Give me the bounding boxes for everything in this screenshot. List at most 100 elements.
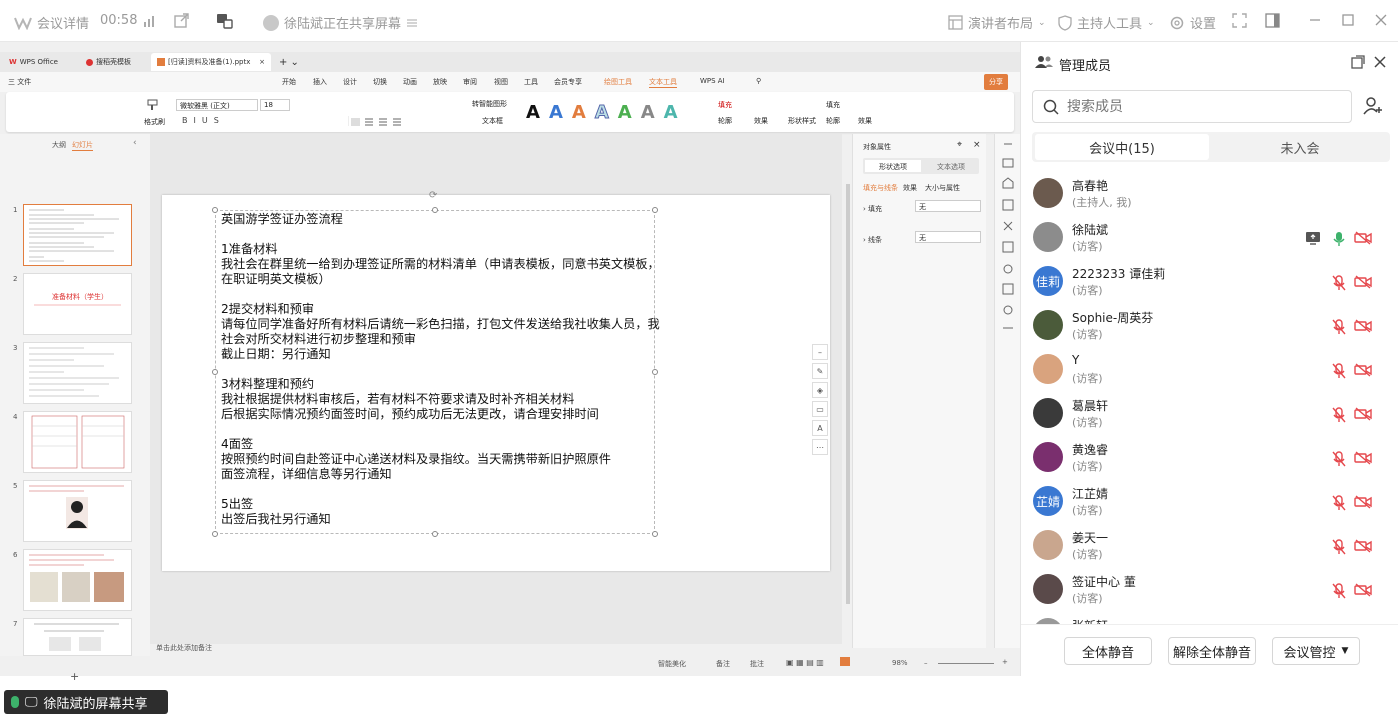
- zoom-in-icon[interactable]: +: [1002, 658, 1008, 666]
- wps-tab-home[interactable]: W WPS Office: [3, 53, 64, 71]
- menu-item[interactable]: 放映: [433, 77, 447, 87]
- mic-muted-icon[interactable]: [1332, 407, 1346, 426]
- menu-item[interactable]: 审阅: [463, 77, 477, 87]
- collapse-icon[interactable]: ‹: [133, 138, 137, 148]
- slide-thumbnail-5[interactable]: [23, 480, 132, 542]
- shape-outline-button[interactable]: 轮廓: [826, 116, 840, 126]
- wordart-styles[interactable]: AAAAAAA: [526, 97, 706, 127]
- new-tab-icon[interactable]: + ⌄: [279, 57, 299, 68]
- comment-button[interactable]: 批注: [750, 659, 764, 669]
- member-search-input[interactable]: [1067, 98, 1327, 115]
- tab-not-joined[interactable]: 未入会: [1213, 134, 1387, 160]
- menu-item-active[interactable]: 文本工具: [649, 77, 677, 88]
- member-row[interactable]: 徐陆斌 (访客): [1021, 216, 1398, 260]
- slide-thumbnail-2[interactable]: 准备材料（学生）: [23, 273, 132, 335]
- member-row[interactable]: Sophie-周英芬 (访客): [1021, 304, 1398, 348]
- zoom-level[interactable]: 98%: [892, 659, 908, 667]
- sidebar-toggle-icon[interactable]: [1265, 13, 1280, 28]
- member-row[interactable]: Y (访客): [1021, 348, 1398, 392]
- view-mode-icons[interactable]: ▣ ▦ ▤ ▥: [786, 658, 824, 667]
- minimize-icon[interactable]: [1308, 13, 1322, 27]
- size-properties-tab[interactable]: 大小与属性: [925, 183, 960, 193]
- smart-shape-button[interactable]: 转智能图形: [472, 99, 507, 109]
- mic-muted-icon[interactable]: [1332, 275, 1346, 294]
- text-fill-button[interactable]: 填充: [718, 100, 732, 110]
- slide-thumbnail-3[interactable]: [23, 342, 132, 404]
- maximize-icon[interactable]: [1341, 13, 1355, 27]
- menu-item[interactable]: 切换: [373, 77, 387, 87]
- tab-in-meeting[interactable]: 会议中(15): [1035, 134, 1209, 160]
- outline-icon[interactable]: ▭: [812, 401, 828, 417]
- camera-off-icon[interactable]: [1354, 539, 1372, 556]
- font-name-select[interactable]: 微软雅黑 (正文): [176, 99, 258, 111]
- text-box-button[interactable]: 文本框: [482, 116, 503, 126]
- mic-muted-icon[interactable]: [1332, 319, 1346, 338]
- text-effects-button[interactable]: 效果: [754, 116, 768, 126]
- line-section-label[interactable]: › 线条: [863, 235, 882, 245]
- slides-tab[interactable]: 幻灯片: [72, 140, 93, 151]
- member-row[interactable]: 佳莉 2223233 谭佳莉 (访客): [1021, 260, 1398, 304]
- menu-item[interactable]: 视图: [494, 77, 508, 87]
- camera-off-icon[interactable]: [1354, 407, 1372, 424]
- camera-off-icon[interactable]: [1354, 275, 1372, 292]
- meeting-details-button[interactable]: 会议详情: [14, 13, 89, 32]
- member-row[interactable]: 芷婧 江芷婧 (访客): [1021, 480, 1398, 524]
- paragraph-controls[interactable]: [348, 116, 468, 126]
- wps-tab-document[interactable]: [归读]资料及准备(1).pptx ×: [150, 53, 271, 71]
- notes-button[interactable]: 备注: [716, 659, 730, 669]
- member-row[interactable]: 高春艳 (主持人, 我): [1021, 172, 1398, 216]
- vertical-scrollbar[interactable]: [846, 184, 850, 604]
- signal-icon[interactable]: [143, 14, 157, 28]
- menu-item[interactable]: 开始: [282, 77, 296, 87]
- close-icon[interactable]: ×: [259, 58, 265, 66]
- member-row[interactable]: 葛晨轩 (访客): [1021, 392, 1398, 436]
- member-row[interactable]: 张新轩: [1021, 612, 1398, 624]
- list-icon[interactable]: [406, 17, 418, 29]
- shape-fill-button[interactable]: 填充: [826, 100, 840, 110]
- menu-item[interactable]: 工具: [524, 77, 538, 87]
- notes-placeholder[interactable]: 单击此处添加备注: [156, 643, 212, 653]
- add-member-icon[interactable]: [1363, 96, 1383, 116]
- mic-muted-icon[interactable]: [1332, 495, 1346, 514]
- camera-off-icon[interactable]: [1354, 495, 1372, 512]
- more-icon[interactable]: ⋯: [812, 439, 828, 455]
- shape-options-tab[interactable]: 形状选项: [865, 160, 921, 172]
- camera-off-icon[interactable]: [1354, 319, 1372, 336]
- slide-body-text[interactable]: 英国游学签证办签流程 1准备材料 我社会在群里统一给到办理签证所需的材料清单（申…: [221, 212, 661, 527]
- slide-thumbnail-6[interactable]: [23, 549, 132, 611]
- font-style-buttons[interactable]: BIUS: [182, 116, 225, 125]
- close-icon[interactable]: ×: [973, 140, 981, 150]
- resize-handle[interactable]: [652, 531, 658, 537]
- play-icon[interactable]: [840, 657, 850, 666]
- outline-tab[interactable]: 大纲: [52, 140, 66, 150]
- menu-item[interactable]: 动画: [403, 77, 417, 87]
- mute-all-button[interactable]: 全体静音: [1064, 637, 1152, 665]
- slide-thumbnail-4[interactable]: [23, 411, 132, 473]
- menu-item[interactable]: 插入: [313, 77, 327, 87]
- mic-on-icon[interactable]: [1332, 231, 1346, 250]
- mic-muted-icon[interactable]: [1332, 539, 1346, 558]
- zoom-out-icon[interactable]: –: [924, 659, 928, 667]
- menu-item[interactable]: 绘图工具: [604, 77, 632, 87]
- resize-handle[interactable]: [212, 369, 218, 375]
- meeting-control-button[interactable]: 会议管控 ▼: [1272, 637, 1360, 665]
- mic-muted-icon[interactable]: [1332, 451, 1346, 470]
- side-tool-icons[interactable]: [995, 134, 1021, 334]
- slide-thumbnail-1[interactable]: [23, 204, 132, 266]
- open-external-icon[interactable]: [173, 13, 189, 29]
- zoom-slider[interactable]: [938, 663, 994, 664]
- pin-icon[interactable]: ⌖: [957, 140, 962, 150]
- camera-off-icon[interactable]: [1354, 231, 1372, 248]
- line-select[interactable]: 无: [915, 231, 981, 243]
- pen-icon[interactable]: ✎: [812, 363, 828, 379]
- unmute-all-button[interactable]: 解除全体静音: [1168, 637, 1256, 665]
- fill-icon[interactable]: ◈: [812, 382, 828, 398]
- collapse-icon[interactable]: –: [812, 344, 828, 360]
- camera-off-icon[interactable]: [1354, 583, 1372, 600]
- effects-tab[interactable]: 效果: [903, 183, 917, 193]
- popout-icon[interactable]: [1351, 55, 1365, 69]
- member-row[interactable]: 姜天一 (访客): [1021, 524, 1398, 568]
- member-row[interactable]: 黄逸睿 (访客): [1021, 436, 1398, 480]
- shape-style-button[interactable]: 形状样式: [788, 116, 816, 126]
- close-icon[interactable]: [1373, 55, 1387, 69]
